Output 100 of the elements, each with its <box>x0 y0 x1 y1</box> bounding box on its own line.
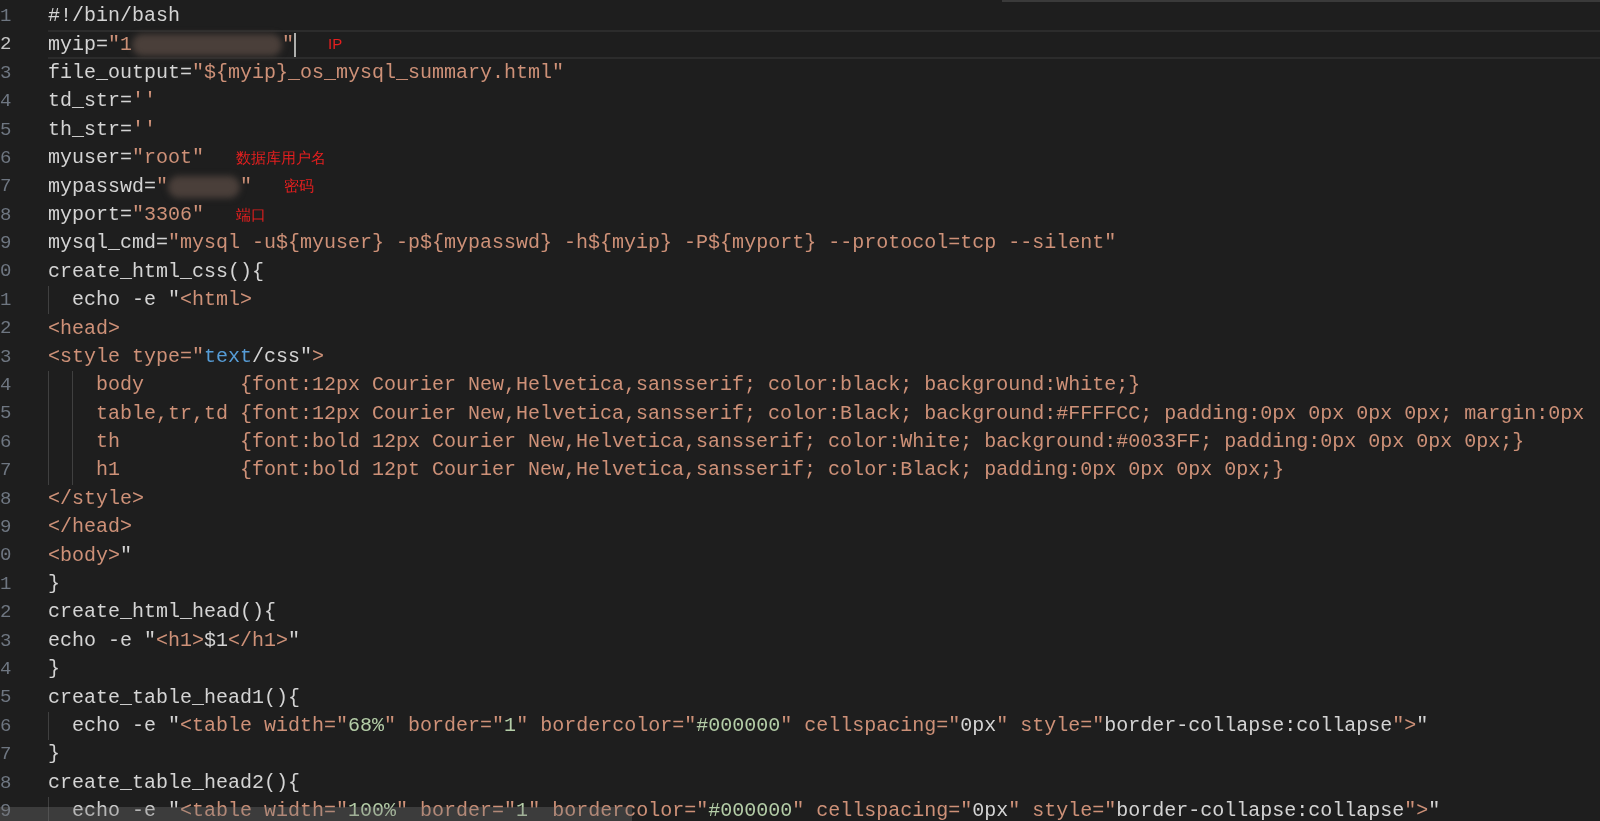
code-token: <html> <box>180 287 253 314</box>
annotation-note: 数据库用户名 <box>236 147 327 168</box>
code-token: #000000 <box>708 798 793 821</box>
code-token: mysql_cmd= <box>48 230 169 257</box>
code-token: th {font:bold 12px Courier New,Helvetica,sansserif; color:White; background:#0033FF; padding:0px 0px 0px 0px;} <box>96 429 1525 456</box>
line-number: 3 <box>0 628 13 654</box>
code-token: " <box>156 173 169 200</box>
line-number: 7 <box>0 174 13 200</box>
annotation-note: 密码 <box>284 176 315 197</box>
code-token: 0px <box>960 712 997 739</box>
line-number: 7 <box>0 742 13 768</box>
code-token: <body> <box>48 542 120 569</box>
code-token: mypasswd= <box>48 173 157 200</box>
code-token: "root" <box>132 145 205 172</box>
code-token: body {font:12px Courier New,Helvetica,sansserif; color:black; background:White;} <box>96 372 1141 399</box>
code-token: " <box>120 542 133 569</box>
line-number: 4 <box>0 656 13 682</box>
line-number: 9 <box>0 515 13 540</box>
line-number: 2 <box>0 600 13 626</box>
indent-guide <box>48 796 49 821</box>
code-token: file_output= <box>48 60 193 86</box>
line-number: 8 <box>0 770 13 796</box>
text-cursor <box>294 32 297 57</box>
code-token: text <box>204 343 253 370</box>
code-token: " <box>282 31 295 58</box>
code-token: " style=" <box>996 712 1105 739</box>
code-token: <h1> <box>156 627 205 654</box>
line-number: 1 <box>0 571 13 597</box>
code-token: myip= <box>48 31 108 58</box>
code-token: <table width=" <box>180 798 349 821</box>
code-token: " border=" <box>384 712 505 739</box>
line-number: 4 <box>0 89 13 115</box>
code-token: "> <box>1392 712 1417 739</box>
code-token: echo -e " <box>48 627 157 654</box>
indent-guide <box>48 285 49 315</box>
code-token: "${myip}_os_mysql_summary.html" <box>192 60 565 86</box>
code-token: } <box>48 656 60 683</box>
code-token: " <box>240 173 253 200</box>
code-token: 1 <box>504 712 517 739</box>
code-token: " <box>1416 712 1429 739</box>
code-token: table,tr,td {font:12px Courier New,Helvetica,sansserif; color:Black; background:#FFFFCC; padding:0px 0px 0px 0px; margin:0px <box>96 400 1585 427</box>
line-number: 8 <box>0 202 13 228</box>
line-number: 2 <box>0 316 13 342</box>
code-token: echo -e " <box>72 712 181 739</box>
code-token: </head> <box>48 514 132 541</box>
code-token: " cellspacing=" <box>780 712 961 739</box>
code-token: "1 <box>108 31 133 58</box>
code-token: " bordercolor=" <box>516 712 697 739</box>
code-token: '' <box>132 116 157 143</box>
code-token: " cellspacing=" <box>792 798 973 821</box>
line-number: 9 <box>0 798 13 821</box>
annotation-note: 端口 <box>236 204 267 225</box>
code-token: '' <box>132 88 157 115</box>
indent-guide <box>48 711 49 741</box>
line-number: 6 <box>0 713 13 739</box>
code-token: </h1> <box>228 627 289 654</box>
line-number: 3 <box>0 344 13 370</box>
line-number: 6 <box>0 145 13 171</box>
code-token: 0px <box>972 798 1009 821</box>
line-number: 5 <box>0 401 13 427</box>
code-token: " <box>1428 798 1441 821</box>
code-token: th_str= <box>48 116 132 143</box>
code-token: create_html_css(){ <box>48 258 265 285</box>
code-token: "mysql -u${myuser} -p${mypasswd} -h${myip} -P${myport} --protocol=tcp --silent" <box>168 230 1117 257</box>
code-token: /css" <box>252 343 313 370</box>
code-token: td_str= <box>48 88 132 115</box>
code-token: <table width=" <box>180 712 349 739</box>
code-token: #000000 <box>696 712 781 739</box>
code-token: } <box>48 571 60 597</box>
line-number: 7 <box>0 458 13 484</box>
line-number: 1 <box>0 287 13 313</box>
code-token: create_html_head(){ <box>48 599 277 626</box>
code-token: echo -e " <box>72 798 181 821</box>
line-number: 4 <box>0 373 13 399</box>
code-token: border-collapse:collapse <box>1104 712 1393 739</box>
code-token: create_table_head2(){ <box>48 769 301 796</box>
code-token: border-collapse:collapse <box>1116 798 1405 821</box>
code-token: 100% <box>348 798 397 821</box>
line-number: 3 <box>0 60 13 86</box>
code-token: #!/bin/bash <box>48 3 181 30</box>
code-token: $1 <box>204 627 229 654</box>
code-token: myuser= <box>48 145 132 172</box>
code-token: " style=" <box>1008 798 1117 821</box>
line-number: 5 <box>0 685 13 711</box>
line-number: 5 <box>0 117 13 143</box>
code-token: echo -e " <box>72 287 181 314</box>
code-token: " bordercolor=" <box>528 798 709 821</box>
line-number: 0 <box>0 259 13 285</box>
line-number: 2 <box>0 32 13 58</box>
code-token: </style> <box>48 485 144 512</box>
code-token: 1 <box>516 798 529 821</box>
code-token: create_table_head1(){ <box>48 684 301 711</box>
code-token: myport= <box>48 201 132 228</box>
line-number: 9 <box>0 231 13 257</box>
annotation-note: IP <box>328 34 343 55</box>
code-token: "> <box>1404 798 1429 821</box>
code-token: <head> <box>48 315 120 342</box>
line-number: 6 <box>0 429 13 455</box>
code-token: " border=" <box>396 798 517 821</box>
line-number: 8 <box>0 486 13 512</box>
